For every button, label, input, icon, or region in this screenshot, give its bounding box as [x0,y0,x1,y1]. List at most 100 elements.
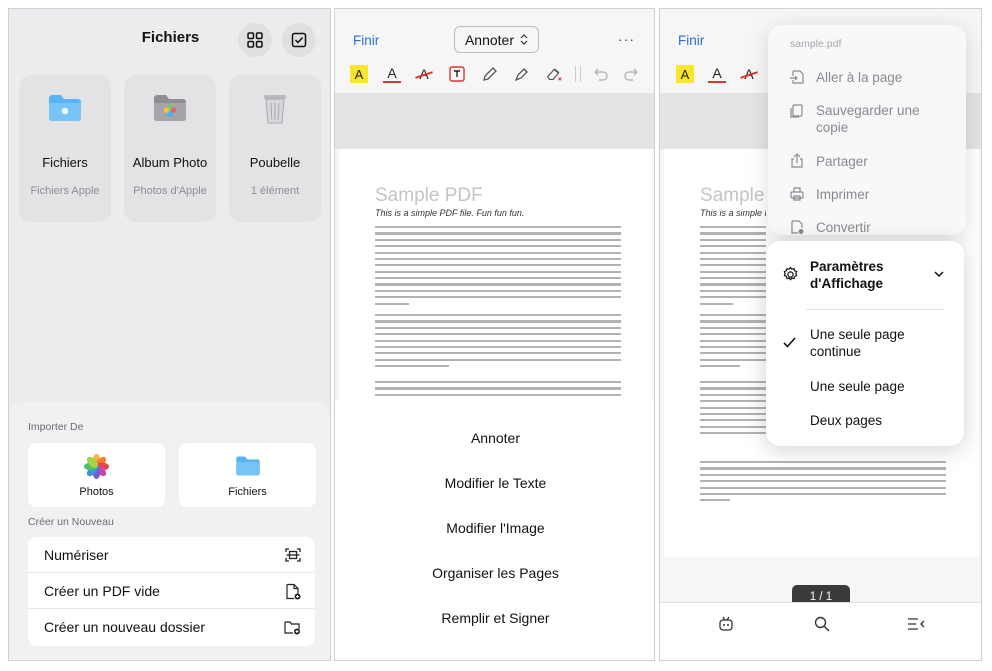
convert-icon [791,220,804,234]
done-button[interactable]: Finir [678,33,704,48]
menu-items: Aller à la page Sauvegarder une copie Pa… [768,59,966,235]
new-folder-icon [284,621,300,635]
row-label: Créer un PDF vide [44,583,160,599]
share-icon [791,153,803,168]
search-icon[interactable] [813,615,831,633]
settings-icon [783,266,798,281]
row-label: Créer un nouveau dossier [44,619,206,635]
text-color-icon[interactable]: A [383,65,401,83]
action-fill-sign[interactable]: Remplir et Signer [335,610,654,626]
mode-label: Annoter [464,31,515,48]
text-color-icon[interactable]: A [708,65,726,83]
tile-sub: Fichiers Apple [30,185,100,197]
chevron-down-icon[interactable] [934,271,944,278]
tile-name: Fichiers [42,155,88,170]
import-section-title: Importer De [28,421,84,433]
create-folder-row[interactable]: Créer un nouveau dossier [28,609,315,645]
tile-album-photo[interactable]: Album Photo Photos d'Apple [124,75,216,222]
tile-name: Poubelle [249,155,301,170]
photos-icon [83,453,110,480]
menu-item-share[interactable]: Partager [816,153,868,170]
pdf-subtitle: This is a simple PDF file. Fun fun fun. [375,208,525,218]
pen-icon[interactable] [481,65,499,83]
menu-item-goto[interactable]: Aller à la page [816,69,902,86]
tile-sub: 1 élément [250,185,300,197]
import-photos-button[interactable]: Photos [28,443,165,507]
outline-icon[interactable] [906,615,926,633]
menu-item-save-copy[interactable]: Sauvegarder une copie [816,102,926,136]
folder-icon [49,95,81,121]
pdf-subtitle: This is a simple PDF file. Fun fun fun. [700,208,766,218]
create-list: Numériser Créer un PDF vide Créer un nou… [28,537,315,646]
display-option-continuous[interactable]: Une seule page continue [810,326,920,360]
pdf-paragraph-4 [700,461,946,506]
tile-poubelle[interactable]: Poubelle 1 élément [229,75,321,222]
action-edit-image[interactable]: Modifier l'Image [335,520,654,536]
action-organize-pages[interactable]: Organiser les Pages [335,565,654,581]
editor-panel: Finir Annoter ··· A A A Sample PDF This … [334,8,655,661]
import-fichiers-button[interactable]: Fichiers [179,443,316,507]
textbox-icon[interactable] [448,65,466,83]
action-sheet: Annoter Modifier le Texte Modifier l'Ima… [335,400,654,660]
editor-toolbar: Finir Annoter ··· A A A [335,9,654,93]
pdf-paragraph-2 [700,314,766,371]
display-option-single[interactable]: Une seule page [810,378,905,395]
menu-item-convert[interactable]: Convertir [816,219,871,236]
mode-selector[interactable]: Annoter [454,26,539,53]
highlighter-icon[interactable]: A [676,65,694,83]
display-settings-title[interactable]: Paramètres d'Affichage [810,258,930,292]
import-label: Fichiers [228,486,267,498]
display-option-two[interactable]: Deux pages [810,412,882,429]
doc-gutter [335,93,654,149]
undo-icon[interactable] [591,65,609,83]
create-pdf-row[interactable]: Créer un PDF vide [28,573,315,609]
import-sheet: Importer De Photos Fichiers Créer un Nou… [9,402,330,660]
trash-icon [264,95,286,124]
marker-icon[interactable] [513,65,531,83]
eraser-icon[interactable] [545,65,563,83]
pdf-paragraph-1 [375,226,621,309]
select-check-icon [291,32,307,48]
action-annotate[interactable]: Annoter [335,430,654,446]
new-pdf-icon [286,583,301,600]
viewer-bottom-bar [660,602,981,660]
import-label: Photos [79,486,114,498]
toolbar-divider [575,66,581,82]
done-button[interactable]: Finir [353,33,379,48]
pdf-title: Sample PDF [375,185,483,206]
folder-icon [236,456,260,476]
menu-item-print[interactable]: Imprimer [816,186,869,203]
print-icon [790,187,804,201]
tile-name: Album Photo [132,155,208,170]
create-section-title: Créer un Nouveau [28,516,114,528]
goto-page-icon [790,70,804,84]
select-button[interactable] [282,23,316,57]
grid-view-button[interactable] [238,23,272,57]
create-scan-row[interactable]: Numériser [28,537,315,573]
action-edit-text[interactable]: Modifier le Texte [335,475,654,491]
divider [806,309,944,310]
tile-sub: Photos d'Apple [133,185,207,197]
chevron-up-down-icon [520,34,528,45]
files-panel: Fichiers Fichiers Fichiers Apple Album P… [8,8,331,661]
viewer-panel: Finir A A A Sample P This is a simple PD… [659,8,982,661]
more-button[interactable]: ··· [618,31,635,47]
copy-icon [790,104,803,118]
grid-icon [247,32,263,48]
strikethrough-icon[interactable]: A [740,65,758,83]
pdf-page: Sample PDF This is a simple PDF file. Fu… [339,149,652,409]
photo-folder-icon [154,95,186,121]
robot-icon[interactable] [717,615,735,633]
context-menu: sample.pdf Aller à la page Sauvegarder u… [768,25,966,235]
menu-title: sample.pdf [790,38,842,50]
checkmark-icon [783,337,796,348]
display-settings-menu: Paramètres d'Affichage Une seule page co… [766,241,964,446]
strikethrough-icon[interactable]: A [415,65,433,83]
highlighter-icon[interactable]: A [350,65,368,83]
pdf-paragraph-1 [700,226,766,309]
redo-icon[interactable] [623,65,641,83]
row-label: Numériser [44,547,109,563]
tile-fichiers[interactable]: Fichiers Fichiers Apple [19,75,111,222]
pdf-paragraph-3 [375,381,621,400]
scan-icon [285,548,301,562]
